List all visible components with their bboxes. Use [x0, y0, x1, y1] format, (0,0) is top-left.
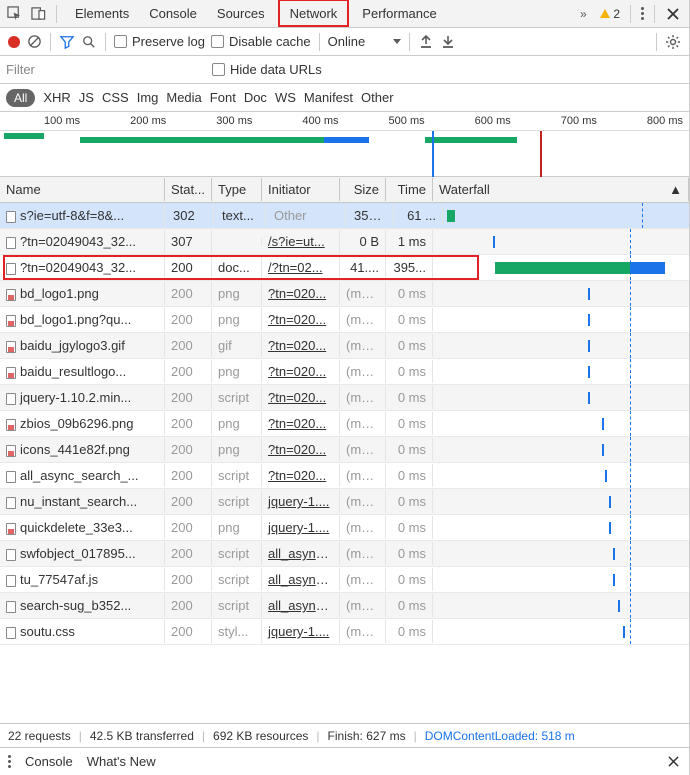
- drawer-tab-whatsnew[interactable]: What's New: [87, 754, 156, 769]
- tab-performance[interactable]: Performance: [352, 0, 446, 27]
- timeline-tick: 300 ms: [172, 115, 258, 130]
- initiator-cell[interactable]: ?tn=020...: [262, 386, 340, 409]
- overview-timeline[interactable]: 100 ms200 ms300 ms400 ms500 ms600 ms700 …: [0, 112, 689, 177]
- initiator-cell[interactable]: jquery-1....: [262, 620, 340, 643]
- filter-input[interactable]: Filter: [0, 58, 200, 81]
- request-row[interactable]: quickdelete_33e3...200pngjquery-1....(me…: [0, 515, 689, 541]
- request-row[interactable]: ?tn=02049043_32...307/s?ie=ut...0 B1 ms: [0, 229, 689, 255]
- download-icon[interactable]: [440, 34, 456, 50]
- throttling-select[interactable]: Online: [328, 34, 402, 49]
- initiator-cell[interactable]: ?tn=020...: [262, 334, 340, 357]
- timeline-tick: 700 ms: [517, 115, 603, 130]
- initiator-cell[interactable]: all_async...: [262, 568, 340, 591]
- request-row[interactable]: zbios_09b6296.png200png?tn=020...(me...0…: [0, 411, 689, 437]
- type-all[interactable]: All: [6, 89, 35, 107]
- initiator-cell[interactable]: jquery-1....: [262, 490, 340, 513]
- inspect-icon[interactable]: [6, 6, 22, 22]
- request-row[interactable]: ?tn=02049043_32...200doc.../?tn=02...41.…: [0, 255, 689, 281]
- initiator-cell[interactable]: /?tn=02...: [262, 256, 340, 279]
- warnings-badge[interactable]: 2: [599, 7, 620, 21]
- close-icon[interactable]: [665, 6, 681, 22]
- col-time[interactable]: Time: [386, 178, 433, 201]
- request-row[interactable]: tu_77547af.js200scriptall_async...(me...…: [0, 567, 689, 593]
- request-row[interactable]: icons_441e82f.png200png?tn=020...(me...0…: [0, 437, 689, 463]
- request-row[interactable]: all_async_search_...200script?tn=020...(…: [0, 463, 689, 489]
- initiator-cell[interactable]: all_async...: [262, 594, 340, 617]
- status-finish: Finish: 627 ms: [328, 729, 406, 743]
- disable-cache-checkbox[interactable]: Disable cache: [211, 34, 311, 49]
- initiator-cell[interactable]: ?tn=020...: [262, 464, 340, 487]
- hide-data-urls-checkbox[interactable]: Hide data URLs: [212, 62, 322, 77]
- tab-elements[interactable]: Elements: [65, 0, 139, 27]
- preserve-log-checkbox[interactable]: Preserve log: [114, 34, 205, 49]
- timeline-tick: 800 ms: [603, 115, 689, 130]
- request-row[interactable]: swfobject_017895...200scriptall_async...…: [0, 541, 689, 567]
- status-dcl: DOMContentLoaded: 518 m: [425, 729, 575, 743]
- timeline-tick: 600 ms: [431, 115, 517, 130]
- col-status[interactable]: Stat...: [165, 178, 212, 201]
- status-bar: 22 requests| 42.5 KB transferred| 692 KB…: [0, 723, 689, 747]
- request-row[interactable]: search-sug_b352...200scriptall_async...(…: [0, 593, 689, 619]
- status-resources: 692 KB resources: [213, 729, 308, 743]
- type-other[interactable]: Other: [361, 90, 394, 105]
- timeline-tick: 400 ms: [258, 115, 344, 130]
- request-row[interactable]: bd_logo1.png200png?tn=020...(me...0 ms: [0, 281, 689, 307]
- record-button[interactable]: [8, 36, 20, 48]
- request-row[interactable]: jquery-1.10.2.min...200script?tn=020...(…: [0, 385, 689, 411]
- request-row[interactable]: s?ie=utf-8&f=8&...302text...Other356 B61…: [0, 203, 689, 229]
- initiator-cell[interactable]: ?tn=020...: [262, 360, 340, 383]
- settings-icon[interactable]: [665, 34, 681, 50]
- initiator-cell[interactable]: Other: [268, 204, 346, 227]
- timeline-tick: 500 ms: [345, 115, 431, 130]
- col-type[interactable]: Type: [212, 178, 262, 201]
- upload-icon[interactable]: [418, 34, 434, 50]
- status-requests: 22 requests: [8, 729, 71, 743]
- type-media[interactable]: Media: [166, 90, 201, 105]
- tab-network[interactable]: Network: [278, 0, 350, 27]
- initiator-cell[interactable]: ?tn=020...: [262, 282, 340, 305]
- device-icon[interactable]: [30, 6, 46, 22]
- type-ws[interactable]: WS: [275, 90, 296, 105]
- initiator-cell[interactable]: /s?ie=ut...: [262, 230, 340, 253]
- col-size[interactable]: Size: [340, 178, 386, 201]
- initiator-cell[interactable]: ?tn=020...: [262, 308, 340, 331]
- request-row[interactable]: soutu.css200styl...jquery-1....(me...0 m…: [0, 619, 689, 645]
- status-transferred: 42.5 KB transferred: [90, 729, 194, 743]
- col-name[interactable]: Name: [0, 178, 165, 201]
- col-initiator[interactable]: Initiator: [262, 178, 340, 201]
- initiator-cell[interactable]: jquery-1....: [262, 516, 340, 539]
- type-font[interactable]: Font: [210, 90, 236, 105]
- request-row[interactable]: nu_instant_search...200scriptjquery-1...…: [0, 489, 689, 515]
- request-row[interactable]: baidu_resultlogo...200png?tn=020...(me..…: [0, 359, 689, 385]
- initiator-cell[interactable]: ?tn=020...: [262, 412, 340, 435]
- request-row[interactable]: baidu_jgylogo3.gif200gif?tn=020...(me...…: [0, 333, 689, 359]
- drawer-tab-console[interactable]: Console: [25, 754, 73, 769]
- initiator-cell[interactable]: all_async...: [262, 542, 340, 565]
- filter-icon[interactable]: [59, 34, 75, 50]
- timeline-tick: 100 ms: [0, 115, 86, 130]
- type-img[interactable]: Img: [137, 90, 159, 105]
- type-xhr[interactable]: XHR: [43, 90, 70, 105]
- type-js[interactable]: JS: [79, 90, 94, 105]
- drawer-menu-icon[interactable]: [8, 755, 11, 768]
- type-css[interactable]: CSS: [102, 90, 129, 105]
- timeline-tick: 200 ms: [86, 115, 172, 130]
- request-row[interactable]: bd_logo1.png?qu...200png?tn=020...(me...…: [0, 307, 689, 333]
- search-icon[interactable]: [81, 34, 97, 50]
- type-manifest[interactable]: Manifest: [304, 90, 353, 105]
- tab-sources[interactable]: Sources: [207, 0, 275, 27]
- initiator-cell[interactable]: ?tn=020...: [262, 438, 340, 461]
- warnings-count: 2: [613, 7, 620, 21]
- drawer-close-icon[interactable]: [665, 754, 681, 770]
- kebab-icon[interactable]: [641, 7, 644, 20]
- more-tabs-icon[interactable]: »: [575, 6, 591, 22]
- tab-console[interactable]: Console: [139, 0, 207, 27]
- clear-icon[interactable]: [26, 34, 42, 50]
- col-waterfall[interactable]: Waterfall▲: [433, 178, 689, 201]
- type-doc[interactable]: Doc: [244, 90, 267, 105]
